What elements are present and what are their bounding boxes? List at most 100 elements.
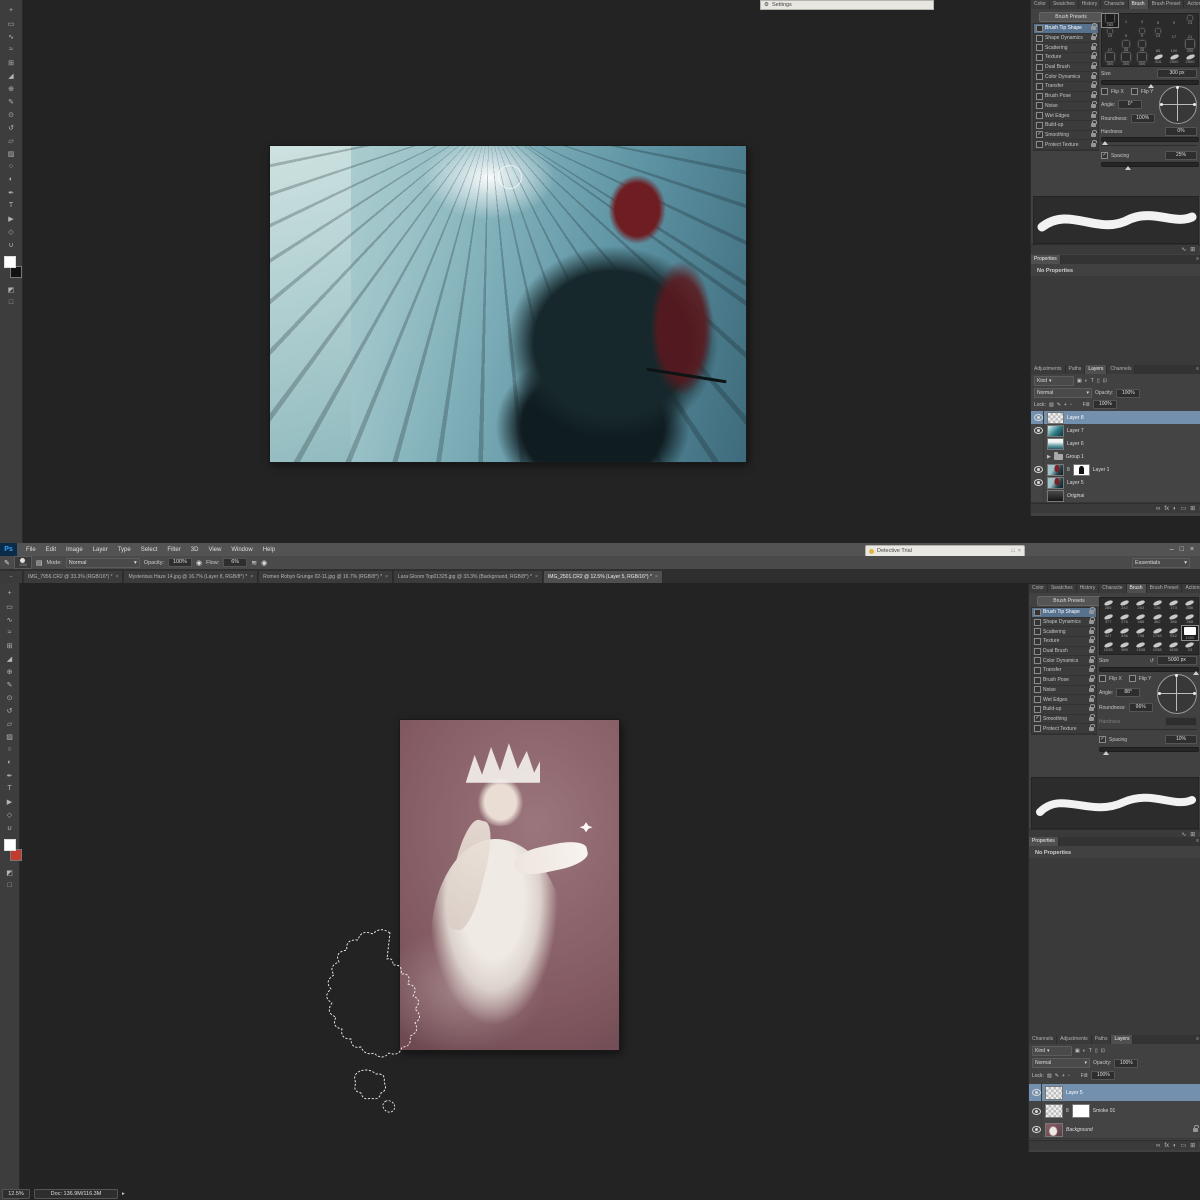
tool-marquee[interactable]: ▭	[0, 17, 22, 30]
ps-logo[interactable]: Ps	[0, 543, 17, 556]
tool-quick-select[interactable]: ≈	[0, 626, 19, 639]
brush-tip-cell[interactable]: 285	[1100, 598, 1116, 612]
chevron-right-icon[interactable]: ▶	[1047, 454, 1051, 460]
brush-tip-cell[interactable]: 1748	[1149, 626, 1165, 640]
brush-section-row[interactable]: Texture	[1034, 53, 1098, 63]
lock-icon[interactable]	[1091, 114, 1096, 118]
tool-crop[interactable]: ⊞	[0, 56, 22, 69]
menu-item[interactable]: Image	[61, 547, 88, 553]
filter-shape-icon[interactable]: ▯	[1095, 1048, 1098, 1054]
brush-tip-cell[interactable]: 100	[1166, 40, 1182, 53]
brush-tip-cell[interactable]: 173	[1165, 598, 1181, 612]
layer-row[interactable]: Original	[1031, 489, 1200, 503]
tool-path-select[interactable]: ▶	[0, 795, 19, 808]
tool-move[interactable]: +	[0, 587, 19, 600]
screen-mode-button[interactable]: □	[0, 296, 22, 309]
spacing-slider[interactable]	[1101, 162, 1199, 167]
tool-healing[interactable]: ⊕	[0, 665, 19, 678]
brush-tip-cell[interactable]: 568	[1182, 612, 1198, 626]
brush-presets-button[interactable]: Brush Presets	[1037, 596, 1101, 606]
eye-icon[interactable]	[1034, 427, 1043, 434]
panel-menu-icon[interactable]: ≡	[1194, 365, 1200, 374]
blend-mode-dropdown[interactable]: Normal▾	[1034, 388, 1092, 398]
brush-tip-cell[interactable]: 416	[1150, 53, 1166, 66]
layer-row[interactable]: Layer 5	[1029, 1084, 1200, 1102]
lock-icon[interactable]	[1091, 75, 1096, 79]
flip-x-checkbox[interactable]	[1101, 88, 1108, 95]
tool-eraser[interactable]: ▱	[0, 134, 22, 147]
tool-brush[interactable]: ✎	[0, 95, 22, 108]
panel-menu-icon[interactable]: ≡	[1194, 255, 1200, 264]
filter-adjustment-icon[interactable]: ◐	[1085, 378, 1088, 384]
checkbox[interactable]	[1036, 73, 1043, 80]
tool-hand[interactable]: ∪	[0, 821, 19, 834]
document-tab[interactable]: IMG_7956.CR2 @ 33.3% (RGB/16*) * ×	[24, 571, 123, 583]
pressure-size-icon[interactable]: ◉	[261, 559, 267, 567]
checkbox[interactable]	[1034, 696, 1041, 703]
angle-roundness-control[interactable]	[1159, 86, 1197, 124]
lock-pixels-icon[interactable]: ✎	[1057, 402, 1061, 408]
brush-tip-cell[interactable]: 45	[1134, 40, 1150, 53]
tool-history-brush[interactable]: ↺	[0, 121, 22, 134]
close-icon[interactable]: ×	[250, 574, 253, 580]
brush-tip-cell[interactable]: 9	[1166, 14, 1182, 27]
brush-tip-cell[interactable]: 300	[1118, 53, 1134, 66]
layer-thumbnail[interactable]	[1047, 477, 1064, 489]
brush-preset-picker[interactable]: 1000	[14, 556, 32, 569]
opacity-value[interactable]: 100%	[1114, 1059, 1138, 1068]
layer-thumbnail[interactable]	[1045, 1086, 1063, 1100]
checkbox[interactable]	[1036, 54, 1043, 61]
angle-roundness-control[interactable]	[1157, 674, 1197, 714]
layer-row[interactable]: 8 Smoke 01	[1029, 1101, 1200, 1122]
filter-smart-icon[interactable]: ⊡	[1101, 1048, 1105, 1054]
filter-type-icon[interactable]: T	[1091, 378, 1094, 384]
checkbox[interactable]	[1034, 677, 1041, 684]
reset-icon[interactable]: ↺	[1150, 658, 1154, 664]
size-value[interactable]: 300 px	[1157, 69, 1197, 78]
close-icon[interactable]: ×	[116, 574, 119, 580]
brush-tip-cell[interactable]: 377	[1100, 612, 1116, 626]
spacing-value[interactable]: 25%	[1165, 151, 1197, 160]
checkbox[interactable]	[1034, 725, 1041, 732]
layer-thumbnail[interactable]	[1047, 412, 1064, 424]
minimize-icon[interactable]: –	[1170, 546, 1174, 553]
hardness-value[interactable]: 0%	[1165, 127, 1197, 136]
layers-panel-tab[interactable]: Layers	[1085, 365, 1107, 374]
brush-section-row[interactable]: Brush Tip Shape	[1034, 24, 1098, 34]
panel-tab[interactable]: Brush Preset	[1149, 0, 1185, 9]
brush-tip-cell[interactable]: 1	[1118, 14, 1134, 27]
tool-move[interactable]: +	[0, 4, 22, 17]
brush-presets-button[interactable]: Brush Presets	[1039, 12, 1103, 22]
new-layer-icon[interactable]: ⊞	[1190, 1142, 1195, 1149]
checkbox[interactable]	[1036, 102, 1043, 109]
brush-section-row[interactable]: Shape Dynamics	[1032, 618, 1096, 628]
brush-tip-cell[interactable]: 436	[1116, 626, 1132, 640]
brush-tip-cell[interactable]: 9	[1134, 27, 1150, 40]
brush-section-row[interactable]: Brush Pose	[1032, 676, 1096, 686]
layer-thumbnail[interactable]	[1045, 1123, 1063, 1137]
brush-section-row[interactable]: Transfer	[1034, 82, 1098, 92]
brush-tip-cell[interactable]: 985	[1116, 640, 1132, 654]
flip-y-checkbox[interactable]	[1131, 88, 1138, 95]
layer-mask-thumbnail[interactable]	[1073, 464, 1090, 476]
eye-icon[interactable]	[1032, 1108, 1041, 1115]
size-slider[interactable]	[1099, 667, 1199, 672]
layer-style-icon[interactable]: fx	[1164, 506, 1169, 512]
tool-blur[interactable]: ○	[0, 160, 22, 173]
panel-tab[interactable]: Color	[1031, 0, 1050, 9]
checkbox[interactable]	[1036, 93, 1043, 100]
brush-tip-cell[interactable]: 263	[1133, 598, 1149, 612]
panel-tab[interactable]: Color	[1029, 584, 1048, 593]
menu-item[interactable]: Window	[226, 547, 257, 553]
brush-section-row[interactable]: ✓ Smoothing	[1032, 715, 1096, 725]
tool-pen[interactable]: ✒	[0, 769, 19, 782]
layer-row[interactable]: Layer 8	[1031, 411, 1200, 425]
tool-marquee[interactable]: ▭	[0, 600, 19, 613]
brush-tip-cell[interactable]: 386	[1165, 612, 1181, 626]
brush-tip-cell[interactable]: 427	[1100, 626, 1116, 640]
lock-icon[interactable]	[1089, 698, 1094, 702]
checkbox[interactable]: ✓	[1036, 131, 1043, 138]
tab-properties[interactable]: Properties	[1029, 837, 1059, 846]
tool-gradient[interactable]: ▨	[0, 730, 19, 743]
brush-section-row[interactable]: Wet Edges	[1032, 695, 1096, 705]
